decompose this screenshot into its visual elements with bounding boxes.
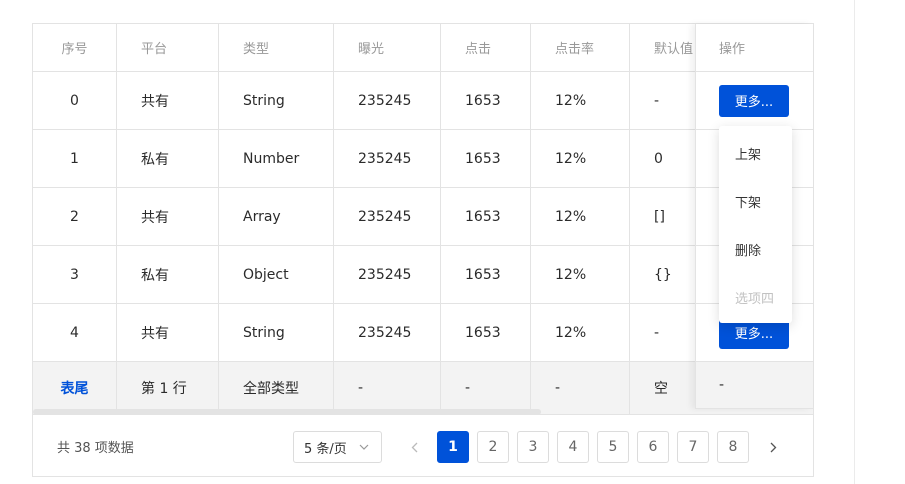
footer-label: 表尾 (33, 362, 117, 414)
cell-ctr: 12% (531, 246, 630, 303)
footer-exposure: - (334, 362, 441, 414)
cell-type: Object (219, 246, 334, 303)
horizontal-scrollbar[interactable] (33, 409, 541, 415)
footer-action: - (696, 362, 813, 409)
cell-index: 3 (33, 246, 117, 303)
menu-item-delete[interactable]: 删除 (719, 229, 792, 269)
footer-platform: 第 1 行 (117, 362, 219, 414)
cell-ctr: 12% (531, 72, 630, 129)
data-table: 序号 平台 类型 曝光 点击 点击率 默认值 0 共有 String 23524… (32, 23, 814, 477)
page-button-5[interactable]: 5 (597, 431, 629, 463)
cell-index: 4 (33, 304, 117, 361)
cell-platform: 共有 (117, 304, 219, 361)
page-size-select[interactable]: 5 条/页 (293, 431, 382, 463)
page-button-3[interactable]: 3 (517, 431, 549, 463)
cell-ctr: 12% (531, 188, 630, 245)
chevron-down-icon (357, 440, 371, 454)
page-button-8[interactable]: 8 (717, 431, 749, 463)
cell-platform: 私有 (117, 246, 219, 303)
cell-index: 1 (33, 130, 117, 187)
header-ctr: 点击率 (531, 24, 630, 71)
header-exposure: 曝光 (334, 24, 441, 71)
page-divider (854, 0, 855, 484)
footer-type: 全部类型 (219, 362, 334, 414)
cell-exposure: 235245 (334, 130, 441, 187)
header-type: 类型 (219, 24, 334, 71)
cell-type: Number (219, 130, 334, 187)
cell-platform: 共有 (117, 72, 219, 129)
cell-clicks: 1653 (441, 130, 531, 187)
page-button-6[interactable]: 6 (637, 431, 669, 463)
cell-exposure: 235245 (334, 72, 441, 129)
header-index: 序号 (33, 24, 117, 71)
menu-item-option-four: 选项四 (735, 291, 775, 307)
cell-type: Array (219, 188, 334, 245)
page-button-2[interactable]: 2 (477, 431, 509, 463)
chevron-right-icon[interactable] (757, 431, 789, 463)
more-button[interactable]: 更多... (719, 84, 789, 117)
page-button-4[interactable]: 4 (557, 431, 589, 463)
cell-type: String (219, 304, 334, 361)
action-cell: 更多... (696, 72, 813, 130)
pagination: 共 38 项数据 5 条/页 1 2 3 4 5 6 7 8 (33, 416, 813, 476)
cell-exposure: 235245 (334, 188, 441, 245)
cell-ctr: 12% (531, 304, 630, 361)
cell-platform: 私有 (117, 130, 219, 187)
cell-clicks: 1653 (441, 188, 531, 245)
cell-clicks: 1653 (441, 72, 531, 129)
cell-exposure: 235245 (334, 246, 441, 303)
footer-clicks: - (441, 362, 531, 414)
menu-item-unlist[interactable]: 下架 (719, 181, 792, 221)
footer-ctr: - (531, 362, 630, 414)
page-size-value: 5 条/页 (304, 441, 347, 457)
page-button-1[interactable]: 1 (437, 431, 469, 463)
cell-clicks: 1653 (441, 304, 531, 361)
cell-index: 0 (33, 72, 117, 129)
cell-exposure: 235245 (334, 304, 441, 361)
header-action: 操作 (696, 24, 813, 72)
header-clicks: 点击 (441, 24, 531, 71)
cell-index: 2 (33, 188, 117, 245)
total-count: 共 38 项数据 (57, 440, 134, 456)
header-platform: 平台 (117, 24, 219, 71)
menu-item-list[interactable]: 上架 (719, 133, 792, 173)
more-actions-menu: 上架 下架 删除 选项四 (719, 126, 792, 323)
cell-type: String (219, 72, 334, 129)
cell-clicks: 1653 (441, 246, 531, 303)
cell-platform: 共有 (117, 188, 219, 245)
page-button-7[interactable]: 7 (677, 431, 709, 463)
cell-ctr: 12% (531, 130, 630, 187)
chevron-left-icon[interactable] (398, 431, 430, 463)
